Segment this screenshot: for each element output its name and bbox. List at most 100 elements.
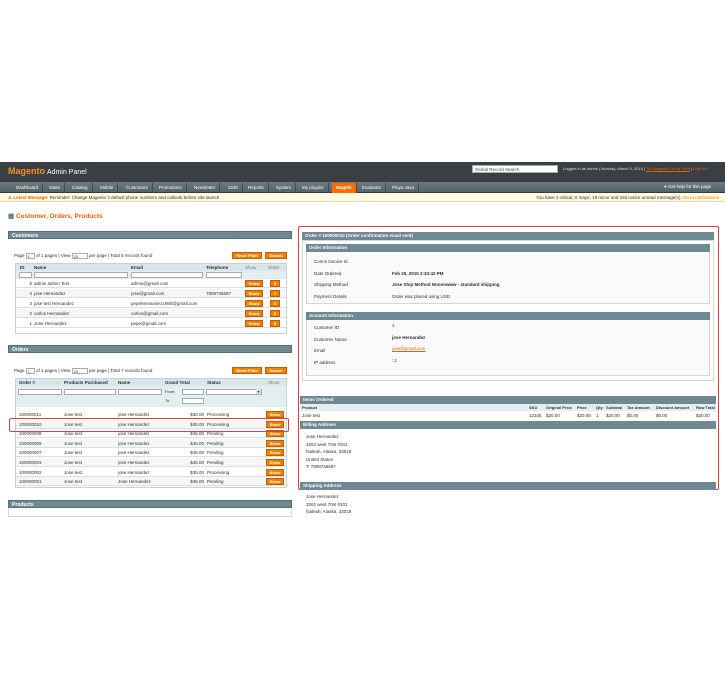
col-status[interactable]: Status (207, 379, 247, 386)
nav-magebi[interactable]: Magebi (332, 183, 357, 193)
filter-email-input[interactable] (131, 272, 203, 278)
order-number: 100000002 (19, 469, 42, 475)
magento-logo[interactable]: Magento Admin Panel (8, 166, 87, 176)
customer-show-button[interactable]: Show (245, 310, 263, 317)
items-cell: 1 (596, 413, 599, 418)
shipping-address-title: Shipping Address (300, 482, 716, 490)
info-key: Shipping Method (314, 282, 348, 287)
account-value[interactable]: jose@gmail.com (392, 346, 425, 351)
customer-order-count-button[interactable]: 0 (270, 310, 280, 317)
order-status: Pending (207, 460, 224, 465)
billing-address-title: Billing Address (300, 421, 716, 429)
order-show-button[interactable]: Show (266, 411, 284, 418)
account-value: jose Hernandez (392, 334, 426, 340)
warning-icon: ⚠ (8, 195, 13, 200)
customer-order-count-button[interactable]: 0 (270, 280, 280, 287)
global-search-input[interactable]: Global Record Search (472, 165, 558, 173)
orders-search-button[interactable]: Search (265, 367, 287, 374)
nav-pluya-java[interactable]: Pluya Java (388, 183, 420, 193)
nav-newsletter[interactable]: Newsletter (190, 183, 221, 193)
shipping-line: hialeah, Alaska, 33018 (306, 509, 352, 514)
info-key: Payment Details (314, 293, 347, 299)
items-cell: $20.00 (546, 413, 560, 418)
order-grand-total: $35.00 (190, 469, 204, 475)
col-name[interactable]: Name (34, 264, 124, 271)
try-magento-link[interactable]: Try Magento Go for Free (646, 166, 690, 171)
logo-brand: Magento (8, 166, 45, 176)
orders-page-input[interactable]: 1 (25, 367, 35, 374)
customer-order-count-button[interactable]: 7 (270, 290, 280, 297)
col-order-number[interactable]: Order # (19, 379, 59, 386)
col-order-name[interactable]: Name (118, 379, 163, 386)
account-key: Customer ID (314, 325, 340, 330)
filter-order-number-input[interactable] (18, 389, 62, 395)
order-status: Pending (207, 479, 224, 485)
nav-dashboard[interactable]: Dashboard (12, 183, 44, 193)
page-title: ▦ Customer, Orders, Products (8, 212, 103, 220)
billing-line: 3262 west 70st #201 (306, 441, 348, 447)
customer-name: jose test Hernandez (34, 301, 75, 306)
col-email[interactable]: Email (131, 264, 201, 271)
nav-my-plugins[interactable]: My plugins (298, 183, 329, 193)
order-grand-total: $45.00 (190, 460, 204, 465)
order-show-button[interactable]: Show (266, 459, 284, 466)
filter-total-from-input[interactable] (182, 389, 204, 395)
nav-mobile[interactable]: Mobile (96, 183, 119, 193)
customer-email: jose@gmail.com (131, 291, 165, 296)
nav-reports[interactable]: Reports (244, 183, 269, 193)
order-show-button[interactable]: Show (266, 468, 284, 476)
admin-header (0, 162, 725, 182)
order-show-button[interactable]: Show (266, 439, 284, 447)
customer-id: 3 (29, 301, 32, 306)
nav-sales[interactable]: Sales (45, 183, 66, 193)
customer-name: carlos Hernandez (34, 311, 70, 316)
col-id[interactable]: ID (20, 264, 32, 271)
to-label: To : (165, 398, 172, 403)
customers-search-button[interactable]: Search (265, 252, 287, 259)
customer-order-count-button[interactable]: 0 (270, 300, 280, 307)
col-products-purchased[interactable]: Products Purchased (64, 379, 116, 386)
customer-show-button[interactable]: Show (245, 280, 263, 287)
account-information-box (306, 312, 710, 376)
message-text: Reminder: Change Magento`s default phone… (49, 195, 220, 200)
customers-page-input[interactable]: 1 (25, 252, 35, 259)
order-number: 100000001 (19, 479, 42, 485)
items-column: Row Total (696, 405, 715, 410)
nav-catalog[interactable]: Catalog (68, 183, 93, 193)
items-cell: $20.00 (696, 413, 710, 418)
filter-id-input[interactable] (19, 272, 32, 278)
customers-per-page-select[interactable]: 20 (71, 252, 88, 259)
col-telephone[interactable]: Telephone (206, 264, 241, 271)
orders-reset-filter-button[interactable]: Reset Filter (232, 367, 262, 374)
filter-telephone-input[interactable] (206, 272, 242, 278)
nav-promotions[interactable]: Promotions (155, 183, 187, 193)
filter-total-to-input[interactable] (182, 398, 204, 404)
info-key: Conns Invoice Id (314, 259, 348, 264)
help-link[interactable]: ● Get help for this page (664, 184, 711, 189)
orders-per-page-select[interactable]: 20 (71, 367, 88, 374)
col-grand-total[interactable]: Grand Total (165, 379, 203, 386)
filter-status-select[interactable]: ▾ (206, 389, 262, 395)
pager-of: of 1 pages | View (36, 253, 71, 258)
customer-show-button[interactable]: Show (245, 300, 263, 307)
nav-evaluator[interactable]: Evaluator (358, 183, 387, 193)
filter-order-name-input[interactable] (118, 389, 162, 395)
customer-show-button[interactable]: Show (245, 320, 263, 327)
order-show-button[interactable]: Show (266, 478, 284, 486)
filter-products-input[interactable] (64, 389, 116, 395)
nav-customers[interactable]: Customers (122, 183, 153, 193)
nav-system[interactable]: System (272, 183, 297, 193)
filter-name-input[interactable] (34, 272, 128, 278)
go-to-notifications-link[interactable]: Go to notifications (683, 195, 719, 200)
items-cell: $20.00 (577, 413, 591, 418)
pager-label: Page (14, 253, 25, 258)
order-status: Pending (207, 450, 224, 456)
items-ordered-header (300, 404, 716, 411)
nav-cms[interactable]: CMS (224, 183, 243, 193)
customers-reset-filter-button[interactable]: Reset Filter (232, 252, 262, 259)
order-show-button[interactable]: Show (266, 449, 284, 457)
customer-show-button[interactable]: Show (245, 290, 263, 297)
customer-order-count-button[interactable]: 0 (270, 320, 280, 327)
customer-id: 1 (29, 321, 32, 326)
logout-link[interactable]: Log Out (693, 166, 707, 171)
